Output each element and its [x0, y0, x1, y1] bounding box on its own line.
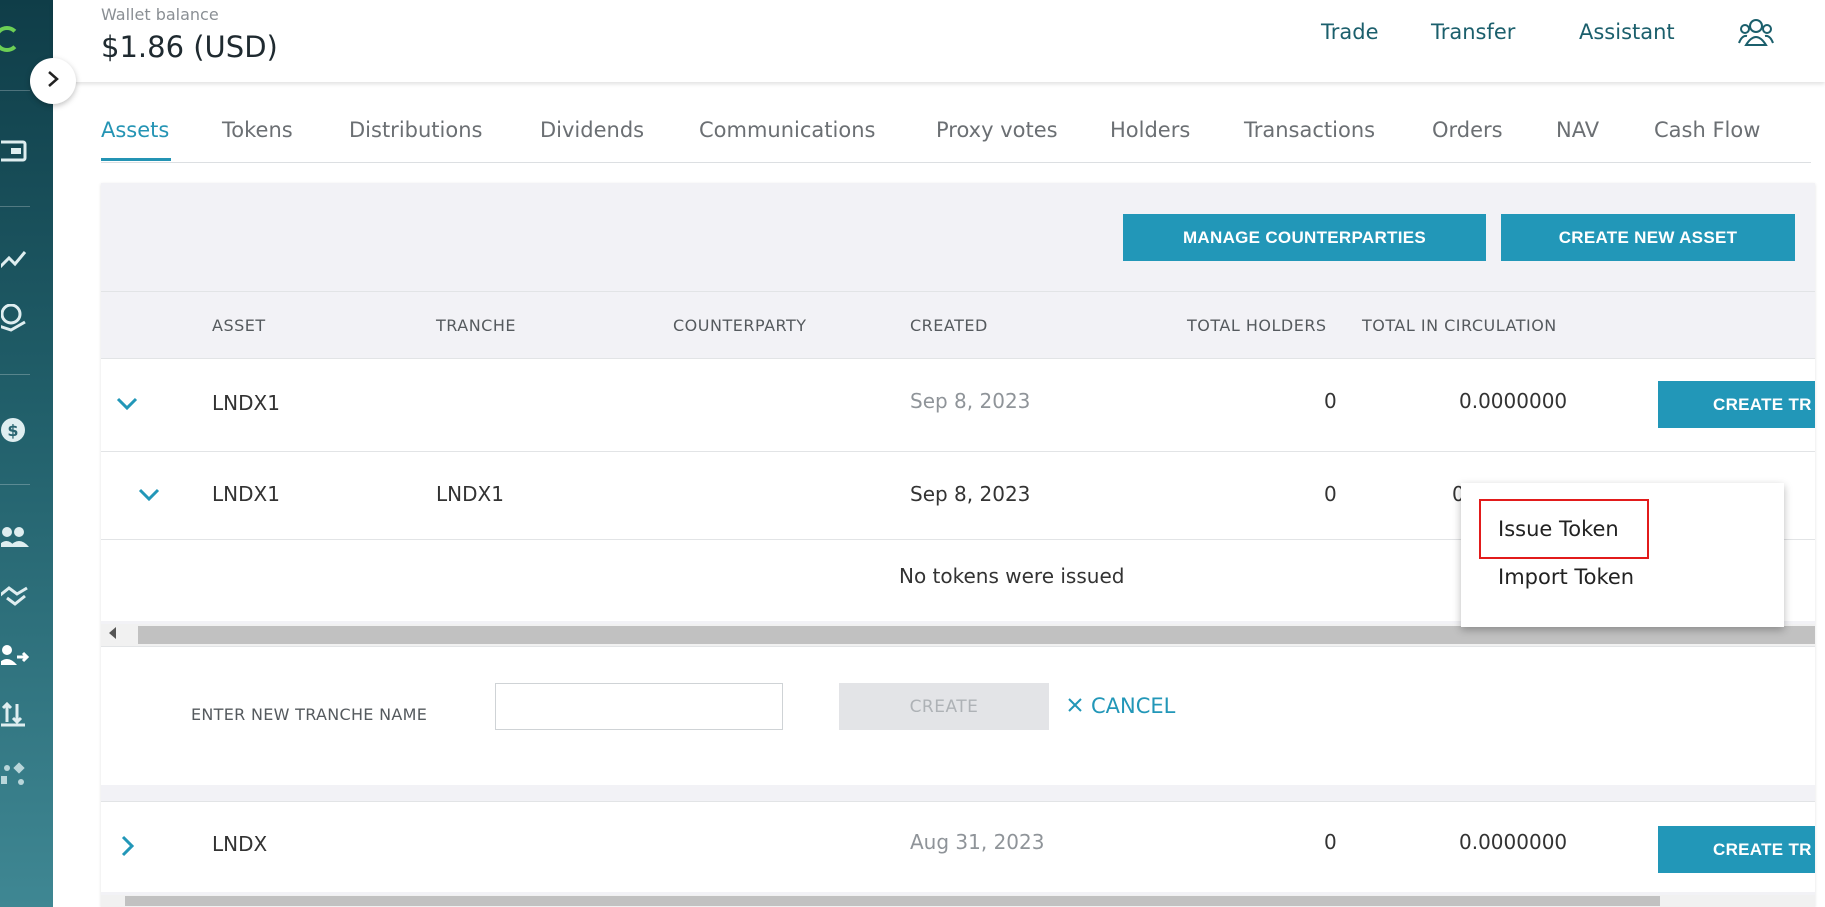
menu-item-issue-token[interactable]: Issue Token: [1498, 517, 1619, 541]
table-row[interactable]: LNDX Aug 31, 2023 0 0.0000000 CREATE TR: [101, 801, 1815, 892]
scrollbar-thumb[interactable]: [125, 896, 1660, 906]
manage-counterparties-button[interactable]: MANAGE COUNTERPARTIES: [1123, 214, 1486, 261]
create-tranche-button[interactable]: CREATE TR: [1658, 826, 1815, 873]
circulation-value: 0.0000000: [1459, 830, 1568, 854]
divider: [101, 291, 1815, 292]
chevron-right-icon: [46, 70, 60, 92]
tab-orders[interactable]: Orders: [1432, 118, 1503, 142]
empty-message: No tokens were issued: [899, 564, 1125, 588]
tab-dividends[interactable]: Dividends: [540, 118, 644, 142]
created-date: Aug 31, 2023: [910, 830, 1045, 854]
asset-name: LNDX1: [212, 391, 280, 415]
tab-holders[interactable]: Holders: [1110, 118, 1190, 142]
tab-transactions[interactable]: Transactions: [1244, 118, 1375, 142]
nav-transfer-link[interactable]: Transfer: [1431, 20, 1515, 44]
chevron-down-icon[interactable]: [113, 389, 141, 417]
transfer-arrows-icon[interactable]: [0, 700, 30, 730]
svg-text:$: $: [7, 421, 18, 440]
column-header-total-holders: TOTAL HOLDERS: [1187, 316, 1327, 335]
create-tranche-submit-button[interactable]: CREATE: [839, 683, 1049, 730]
column-header-asset: ASSET: [212, 316, 266, 335]
total-holders-value: 0: [1324, 830, 1337, 854]
chevron-right-icon[interactable]: [113, 832, 141, 860]
exchange-icon[interactable]: [0, 762, 30, 792]
column-header-created: CREATED: [910, 316, 988, 335]
total-holders-value: 0: [1324, 389, 1337, 413]
cancel-button[interactable]: CANCEL: [1067, 694, 1175, 718]
nav-assistant-link[interactable]: Assistant: [1579, 20, 1675, 44]
horizontal-scrollbar[interactable]: [101, 895, 1815, 907]
chart-icon[interactable]: [0, 248, 30, 278]
column-header-counterparty: COUNTERPARTY: [673, 316, 807, 335]
table-row[interactable]: LNDX1 Sep 8, 2023 0 0.0000000 CREATE TR: [101, 358, 1815, 452]
tab-cash-flow[interactable]: Cash Flow: [1654, 118, 1760, 142]
handshake-icon[interactable]: [0, 584, 30, 614]
sidebar-divider: [0, 90, 30, 91]
sidebar-divider: [0, 484, 30, 485]
asset-name: LNDX1: [212, 482, 280, 506]
create-new-asset-button[interactable]: CREATE NEW ASSET: [1501, 214, 1795, 261]
sidebar-toggle-button[interactable]: [30, 58, 76, 104]
sidebar: $: [0, 0, 53, 907]
total-holders-value: 0: [1324, 482, 1337, 506]
sidebar-divider: [0, 206, 30, 207]
tranche-name-label: ENTER NEW TRANCHE NAME: [191, 705, 428, 724]
tab-proxy-votes[interactable]: Proxy votes: [936, 118, 1058, 142]
created-date: Sep 8, 2023: [910, 389, 1031, 413]
column-header-total-in-circulation: TOTAL IN CIRCULATION: [1362, 316, 1557, 335]
nav-trade-link[interactable]: Trade: [1321, 20, 1379, 44]
created-date: Sep 8, 2023: [910, 482, 1031, 506]
tab-assets[interactable]: Assets: [101, 118, 169, 142]
tab-tokens[interactable]: Tokens: [222, 118, 293, 142]
asset-name: LNDX: [212, 832, 268, 856]
top-header: Wallet balance $1.86 (USD) Trade Transfe…: [53, 0, 1825, 82]
chevron-down-icon[interactable]: [135, 480, 163, 508]
money-hand-icon[interactable]: [0, 303, 30, 334]
dollar-icon[interactable]: $: [0, 416, 30, 446]
horizontal-scrollbar[interactable]: [101, 624, 1815, 646]
circulation-value: 0.0000000: [1459, 389, 1568, 413]
tab-nav[interactable]: NAV: [1556, 118, 1599, 142]
scroll-left-arrow-icon[interactable]: [109, 627, 116, 639]
users-icon[interactable]: [0, 525, 30, 555]
token-action-menu: Issue Token Import Token: [1461, 483, 1784, 627]
cancel-label: CANCEL: [1091, 694, 1176, 718]
wallet-balance-value: $1.86 (USD): [101, 30, 278, 64]
user-transfer-icon[interactable]: [0, 643, 30, 673]
wallet-balance-label: Wallet balance: [101, 5, 219, 24]
active-tab-indicator: [101, 158, 171, 161]
sidebar-divider: [0, 374, 30, 375]
asset-tabs: Assets Tokens Distributions Dividends Co…: [101, 112, 1811, 163]
people-icon[interactable]: [1738, 15, 1774, 51]
new-tranche-form: ENTER NEW TRANCHE NAME CREATE CANCEL: [101, 646, 1815, 785]
close-icon: [1067, 694, 1083, 718]
tranche-name: LNDX1: [436, 482, 504, 506]
tranche-name-input[interactable]: [495, 683, 783, 730]
column-header-tranche: TRANCHE: [436, 316, 516, 335]
tab-distributions[interactable]: Distributions: [349, 118, 482, 142]
logo-icon[interactable]: [0, 26, 20, 52]
tab-communications[interactable]: Communications: [699, 118, 875, 142]
menu-item-import-token[interactable]: Import Token: [1498, 565, 1634, 589]
scrollbar-thumb[interactable]: [138, 626, 1815, 644]
wallet-icon[interactable]: [0, 139, 30, 169]
create-tranche-button[interactable]: CREATE TR: [1658, 381, 1815, 428]
